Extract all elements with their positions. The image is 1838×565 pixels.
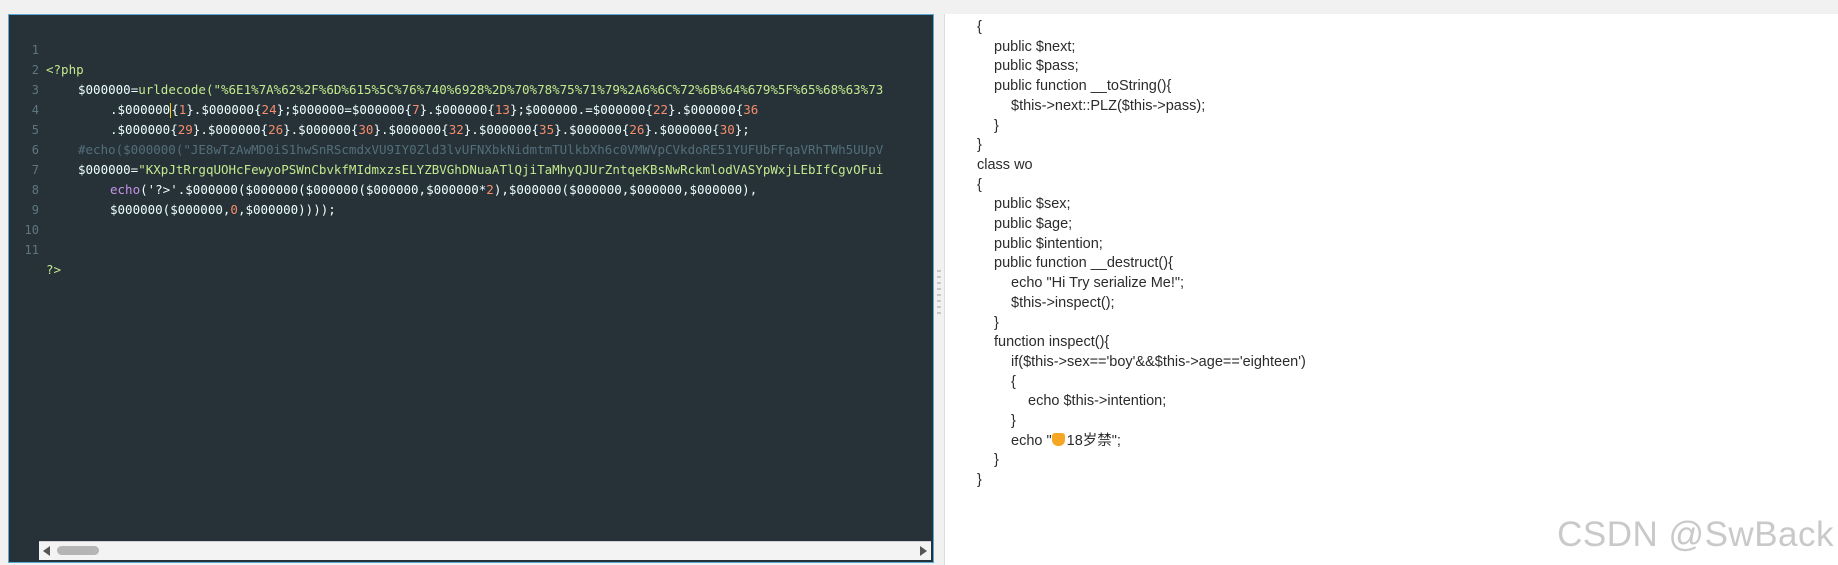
code-line-9: 9: [9, 180, 933, 217]
preview-line-text: echo $this->intention;: [1028, 393, 1167, 410]
code-line-5: 5 #echo($000000("JE8wTzAwMD0iS1hwSnRScmd…: [9, 100, 933, 157]
code-line-7: 7 echo('?>'.$000000($000000($000000($000…: [9, 140, 933, 197]
preview-line: if($this->sex=='boy'&&$this->age=='eight…: [1011, 351, 1306, 374]
preview-line-text: echo ": [1011, 432, 1052, 449]
preview-line: $this->next::PLZ($this->pass);: [1011, 95, 1205, 118]
preview-line-tail: 18岁禁";: [1066, 432, 1121, 449]
preview-line: }: [994, 449, 999, 472]
preview-line-text: public $age;: [994, 216, 1073, 232]
preview-line: $this->inspect();: [1011, 292, 1115, 315]
preview-line-text: $this->next::PLZ($this->pass);: [1011, 97, 1206, 114]
code-line-10: 10: [9, 200, 933, 237]
preview-line-text: public function __toString(){: [994, 78, 1172, 95]
code-line-2: 2 $000000=urldecode("%6E1%7A%62%2F%6D%61…: [9, 40, 933, 97]
code-line-11: 11 ?>: [9, 220, 933, 277]
preview-line-text: $this->inspect();: [1011, 294, 1115, 311]
preview-line-text: }: [994, 117, 999, 134]
preview-line-text: public $intention;: [994, 235, 1103, 252]
preview-line-text: if($this->sex=='boy'&&$this->age=='eight…: [1011, 353, 1306, 370]
preview-line-text: {: [1011, 373, 1016, 390]
pane-splitter-handle[interactable]: [936, 270, 942, 314]
code-line-6: 6 $000000="KXpJtRrgqUOHcFewyoPSWnCbvkfMI…: [9, 120, 933, 177]
person-emoji-icon: [1051, 432, 1065, 446]
preview-line: {: [977, 16, 982, 39]
preview-line-text: public $sex;: [994, 196, 1071, 213]
output-preview-pane: { public $next; public $pass; public functi…: [944, 14, 1838, 565]
horizontal-scrollbar[interactable]: [39, 541, 931, 560]
scrollbar-thumb[interactable]: [57, 546, 99, 555]
preview-line-text: }: [977, 472, 982, 489]
preview-line: {: [977, 174, 982, 197]
preview-line: class wo: [977, 154, 1033, 177]
preview-line: }: [994, 115, 999, 138]
code-line-4: 4 .$000000{29}.$000000{26}.$000000{30}.$…: [9, 80, 933, 137]
code-area[interactable]: 1 <?php 2 $000000=urldecode("%6E1%7A%62%…: [9, 20, 933, 540]
preview-line-text: function inspect(){: [994, 334, 1110, 351]
preview-line-text: }: [1011, 413, 1016, 429]
preview-line-text: {: [977, 176, 982, 193]
php-close-tag: ?>: [46, 262, 62, 277]
code-line-8: 8 $000000($000000,0,$000000))));: [9, 160, 933, 217]
code-editor[interactable]: 1 <?php 2 $000000=urldecode("%6E1%7A%62%…: [8, 14, 934, 563]
scroll-left-arrow-icon[interactable]: [43, 546, 50, 556]
preview-line-text: public $pass;: [994, 58, 1079, 75]
preview-line-text: public $next;: [994, 38, 1076, 55]
code-line-3: 3 .$000000{1}.$000000{24};$000000=$00000…: [9, 60, 933, 118]
preview-line: echo $this->intention;: [1028, 390, 1166, 413]
code-line-1: 1 <?php: [9, 20, 933, 77]
preview-line-text: public function __destruct(){: [994, 255, 1173, 272]
preview-line: }: [977, 469, 982, 492]
line-number: 11: [24, 243, 39, 257]
preview-line-text: }: [994, 314, 999, 331]
preview-line: {: [1011, 371, 1016, 394]
preview-line-text: echo "Hi Try serialize Me!";: [1011, 275, 1185, 292]
scroll-right-arrow-icon[interactable]: [920, 546, 927, 556]
watermark: CSDN @SwBack: [1557, 515, 1834, 554]
preview-line-text: class wo: [977, 156, 1033, 173]
preview-line: echo " 18岁禁";: [1011, 430, 1121, 453]
preview-line-text: }: [994, 452, 999, 469]
preview-line-text: }: [977, 137, 982, 154]
preview-line-text: {: [977, 19, 982, 35]
